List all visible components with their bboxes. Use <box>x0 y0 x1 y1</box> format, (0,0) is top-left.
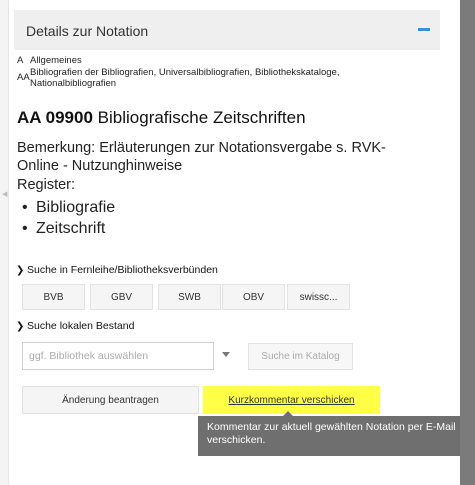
local-heading: Suche lokalen Bestand <box>27 320 135 332</box>
library-select[interactable]: ggf. Bibliothek auswählen <box>22 342 214 370</box>
chevron-right-icon: ❯ <box>16 321 25 332</box>
left-splitter[interactable]: ◀ <box>0 0 9 485</box>
obv-button[interactable]: OBV <box>222 284 285 310</box>
splitter-arrow-icon[interactable]: ◀ <box>2 190 7 198</box>
tooltip-line: verschicken. <box>207 434 266 446</box>
gbv-button[interactable]: GBV <box>90 284 153 310</box>
notation-title: Bibliografische Zeitschriften <box>97 108 306 127</box>
caret-down-icon[interactable] <box>222 352 230 357</box>
request-change-button[interactable]: Änderung beantragen <box>22 386 199 414</box>
hierarchy-code: A <box>17 55 24 66</box>
hierarchy-code: AA <box>17 72 30 83</box>
swb-button[interactable]: SWB <box>158 284 221 310</box>
tooltip-line: Kommentar zur aktuell gewählten Notation… <box>207 421 456 433</box>
local-section-toggle[interactable]: ❯ Suche lokalen Bestand <box>16 320 134 332</box>
fernleihe-section-toggle[interactable]: ❯ Suche in Fernleihe/Bibliotheksverbünden <box>16 264 218 276</box>
register-label: Register: <box>17 177 76 193</box>
register-item[interactable]: Bibliografie <box>22 197 115 218</box>
remark-text: Bemerkung: Erläuterungen zur Notationsve… <box>17 140 386 174</box>
notation-heading: AA 09900 Bibliografische Zeitschriften <box>17 108 306 128</box>
register-item[interactable]: Zeitschrift <box>22 218 115 239</box>
swissbib-button[interactable]: swissc... <box>287 284 350 310</box>
panel-title: Details zur Notation <box>26 23 149 39</box>
hierarchy-label: Allgemeines <box>30 55 82 66</box>
notation-code: AA 09900 <box>17 108 93 127</box>
catalog-search-button[interactable]: Suche im Katalog <box>248 343 353 370</box>
send-short-comment-button[interactable]: Kurzkommentar verschicken <box>203 386 380 414</box>
hierarchy-row-a[interactable]: A Allgemeines <box>17 55 82 66</box>
minus-icon[interactable] <box>418 28 430 31</box>
fernleihe-heading: Suche in Fernleihe/Bibliotheksverbünden <box>27 264 218 276</box>
tooltip: Kommentar zur aktuell gewählten Notation… <box>198 416 460 456</box>
hierarchy-row-aa[interactable]: AABibliografien der Bibliografien, Unive… <box>17 67 420 89</box>
bvb-button[interactable]: BVB <box>22 284 85 310</box>
register-list: Bibliografie Zeitschrift <box>22 197 115 239</box>
right-panel-edge <box>460 0 475 485</box>
hierarchy-label: Bibliografien der Bibliografien, Univers… <box>30 67 340 89</box>
chevron-right-icon: ❯ <box>16 265 25 276</box>
panel-header: Details zur Notation <box>14 10 440 50</box>
